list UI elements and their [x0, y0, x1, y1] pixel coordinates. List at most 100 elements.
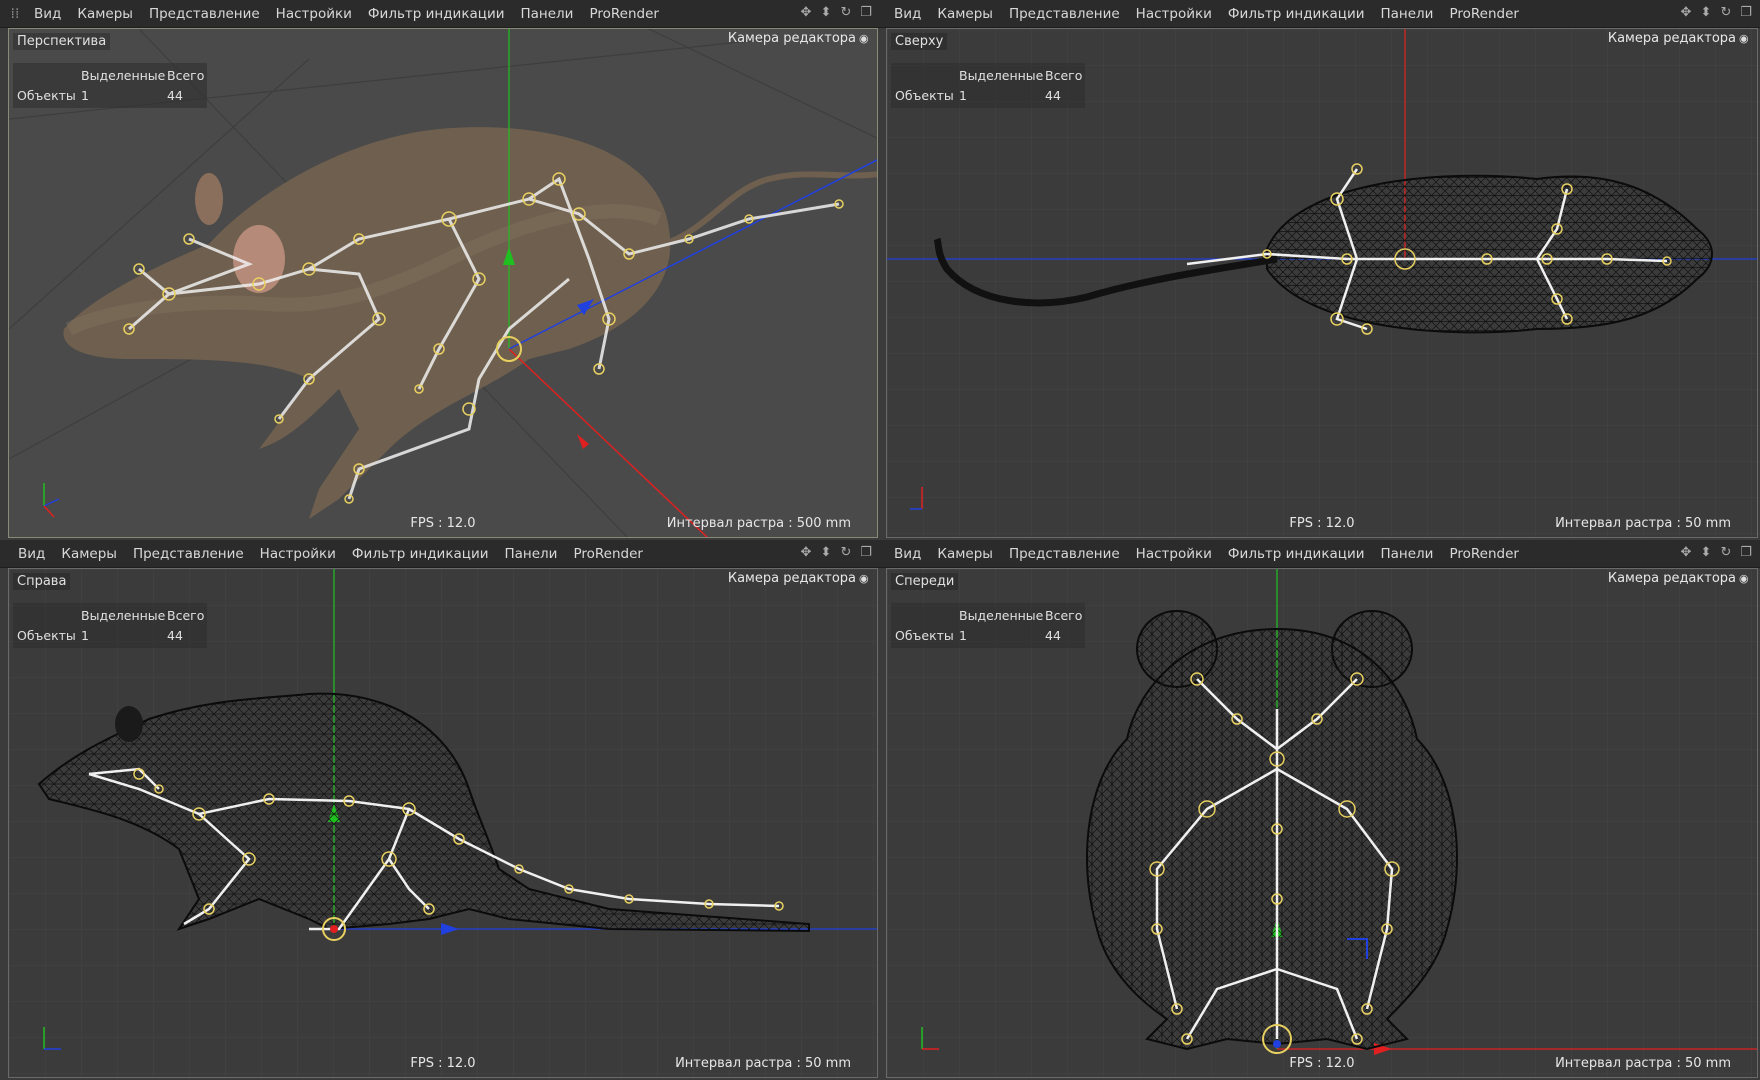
menu-cameras[interactable]: Камеры	[53, 546, 125, 562]
hud-row-label: Объекты	[895, 627, 954, 643]
menu-filter[interactable]: Фильтр индикации	[344, 546, 497, 562]
rotate-icon[interactable]: ↻	[1718, 5, 1734, 21]
grid-interval-readout: Интервал растра : 50 mm	[675, 1056, 851, 1071]
viewport-name: Сверху	[891, 33, 948, 50]
viewport-menubar: Вид Камеры Представление Настройки Фильт…	[0, 540, 880, 568]
grid-interval-readout: Интервал растра : 50 mm	[1555, 1056, 1731, 1071]
hud-selected-header: Выделенные	[959, 67, 1044, 83]
camera-selector[interactable]: Камера редактора ◉	[1608, 571, 1751, 586]
menu-prorender[interactable]: ProRender	[581, 6, 666, 22]
axis-gizmo-icon	[921, 1027, 939, 1050]
maximize-icon[interactable]: ❐	[858, 545, 874, 561]
hud-selected-count: 1	[959, 627, 967, 643]
menu-display[interactable]: Представление	[125, 546, 252, 562]
menu-options[interactable]: Настройки	[252, 546, 344, 562]
hud-selected-header: Выделенные	[959, 607, 1044, 623]
menu-options[interactable]: Настройки	[1128, 6, 1220, 22]
hud-total-header: Всего	[167, 607, 205, 623]
zoom-icon[interactable]: ⬍	[1698, 545, 1714, 561]
axis-gizmo-icon	[910, 487, 923, 510]
viewport-top[interactable]: Вид Камеры Представление Настройки Фильт…	[880, 0, 1760, 540]
menu-view[interactable]: Вид	[886, 6, 929, 22]
menu-filter[interactable]: Фильтр индикации	[1220, 546, 1373, 562]
hud-row-label: Объекты	[17, 627, 76, 643]
viewport-perspective[interactable]: ⁞⁞ Вид Камеры Представление Настройки Фи…	[0, 0, 880, 540]
viewport-front[interactable]: Вид Камеры Представление Настройки Фильт…	[880, 540, 1760, 1080]
hud-total-count: 44	[167, 627, 183, 643]
camera-icon: ◉	[1739, 571, 1749, 585]
rotate-icon[interactable]: ↻	[838, 5, 854, 21]
camera-icon: ◉	[859, 571, 869, 585]
menu-panels[interactable]: Панели	[497, 546, 566, 562]
maximize-icon[interactable]: ❐	[1738, 5, 1754, 21]
move-icon[interactable]: ✥	[798, 545, 814, 561]
menu-view[interactable]: Вид	[886, 546, 929, 562]
move-icon[interactable]: ✥	[1678, 545, 1694, 561]
menu-prorender[interactable]: ProRender	[1441, 546, 1526, 562]
rotate-icon[interactable]: ↻	[838, 545, 854, 561]
hud-selected-count: 1	[81, 627, 89, 643]
viewport-canvas[interactable]: Справа Камера редактора ◉ Выделенные Всег…	[8, 568, 878, 1078]
camera-selector[interactable]: Камера редактора ◉	[728, 31, 871, 46]
menu-filter[interactable]: Фильтр индикации	[360, 6, 513, 22]
zoom-icon[interactable]: ⬍	[1698, 5, 1714, 21]
hud-total-count: 44	[1045, 87, 1061, 103]
menu-options[interactable]: Настройки	[268, 6, 360, 22]
camera-label: Камера редактора	[727, 571, 856, 586]
menu-panels[interactable]: Панели	[1373, 6, 1442, 22]
menu-cameras[interactable]: Камеры	[69, 6, 141, 22]
camera-icon: ◉	[859, 31, 869, 45]
hud-total-header: Всего	[1045, 607, 1083, 623]
menu-prorender[interactable]: ProRender	[565, 546, 650, 562]
hud-total-header: Всего	[167, 67, 205, 83]
zoom-icon[interactable]: ⬍	[818, 5, 834, 21]
camera-label: Камера редактора	[727, 31, 856, 46]
viewport-menubar: Вид Камеры Представление Настройки Фильт…	[880, 0, 1760, 28]
axis-gizmo-icon	[43, 483, 60, 518]
grip-icon[interactable]: ⁞⁞	[4, 6, 26, 22]
viewport-right[interactable]: Вид Камеры Представление Настройки Фильт…	[0, 540, 880, 1080]
rat-ear	[115, 706, 143, 742]
camera-label: Камера редактора	[1607, 31, 1736, 46]
menu-panels[interactable]: Панели	[1373, 546, 1442, 562]
maximize-icon[interactable]: ❐	[858, 5, 874, 21]
camera-selector[interactable]: Камера редактора ◉	[1608, 31, 1751, 46]
maximize-icon[interactable]: ❐	[1738, 545, 1754, 561]
menu-filter[interactable]: Фильтр индикации	[1220, 6, 1373, 22]
rotate-icon[interactable]: ↻	[1718, 545, 1734, 561]
objects-hud: Выделенные Всего Объекты 1 44	[891, 63, 1085, 108]
viewport-canvas[interactable]: Спереди Камера редактора ◉ Выделенные Все…	[886, 568, 1758, 1078]
fps-readout: FPS : 12.0	[410, 516, 476, 531]
grid-interval-readout: Интервал растра : 500 mm	[666, 516, 851, 531]
menu-view[interactable]: Вид	[26, 6, 69, 22]
hud-selected-count: 1	[959, 87, 967, 103]
axis-gizmo-icon	[43, 1027, 61, 1050]
viewport-canvas[interactable]: Сверху Камера редактора ◉ Выделенные Всег…	[886, 28, 1758, 538]
menu-options[interactable]: Настройки	[1128, 546, 1220, 562]
hud-selected-count: 1	[81, 87, 89, 103]
grid-interval-readout: Интервал растра : 50 mm	[1555, 516, 1731, 531]
menu-display[interactable]: Представление	[141, 6, 268, 22]
rat-ear	[195, 173, 223, 225]
viewport-name: Перспектива	[13, 33, 111, 50]
camera-selector[interactable]: Камера редактора ◉	[728, 571, 871, 586]
menu-display[interactable]: Представление	[1001, 546, 1128, 562]
menu-prorender[interactable]: ProRender	[1441, 6, 1526, 22]
menu-panels[interactable]: Панели	[513, 6, 582, 22]
hud-selected-header: Выделенные	[81, 607, 166, 623]
objects-hud: Выделенные Всего Объекты 1 44	[13, 63, 207, 108]
menu-cameras[interactable]: Камеры	[929, 546, 1001, 562]
fps-readout: FPS : 12.0	[1289, 1056, 1355, 1071]
viewport-name: Спереди	[891, 573, 959, 590]
zoom-icon[interactable]: ⬍	[818, 545, 834, 561]
viewport-canvas[interactable]: Перспектива Камера редактора ◉ Выделенны…	[8, 28, 878, 538]
fps-readout: FPS : 12.0	[1289, 516, 1355, 531]
hud-total-header: Всего	[1045, 67, 1083, 83]
viewport-menubar: Вид Камеры Представление Настройки Фильт…	[880, 540, 1760, 568]
move-icon[interactable]: ✥	[1678, 5, 1694, 21]
menu-view[interactable]: Вид	[10, 546, 53, 562]
camera-icon: ◉	[1739, 31, 1749, 45]
menu-cameras[interactable]: Камеры	[929, 6, 1001, 22]
move-icon[interactable]: ✥	[798, 5, 814, 21]
menu-display[interactable]: Представление	[1001, 6, 1128, 22]
